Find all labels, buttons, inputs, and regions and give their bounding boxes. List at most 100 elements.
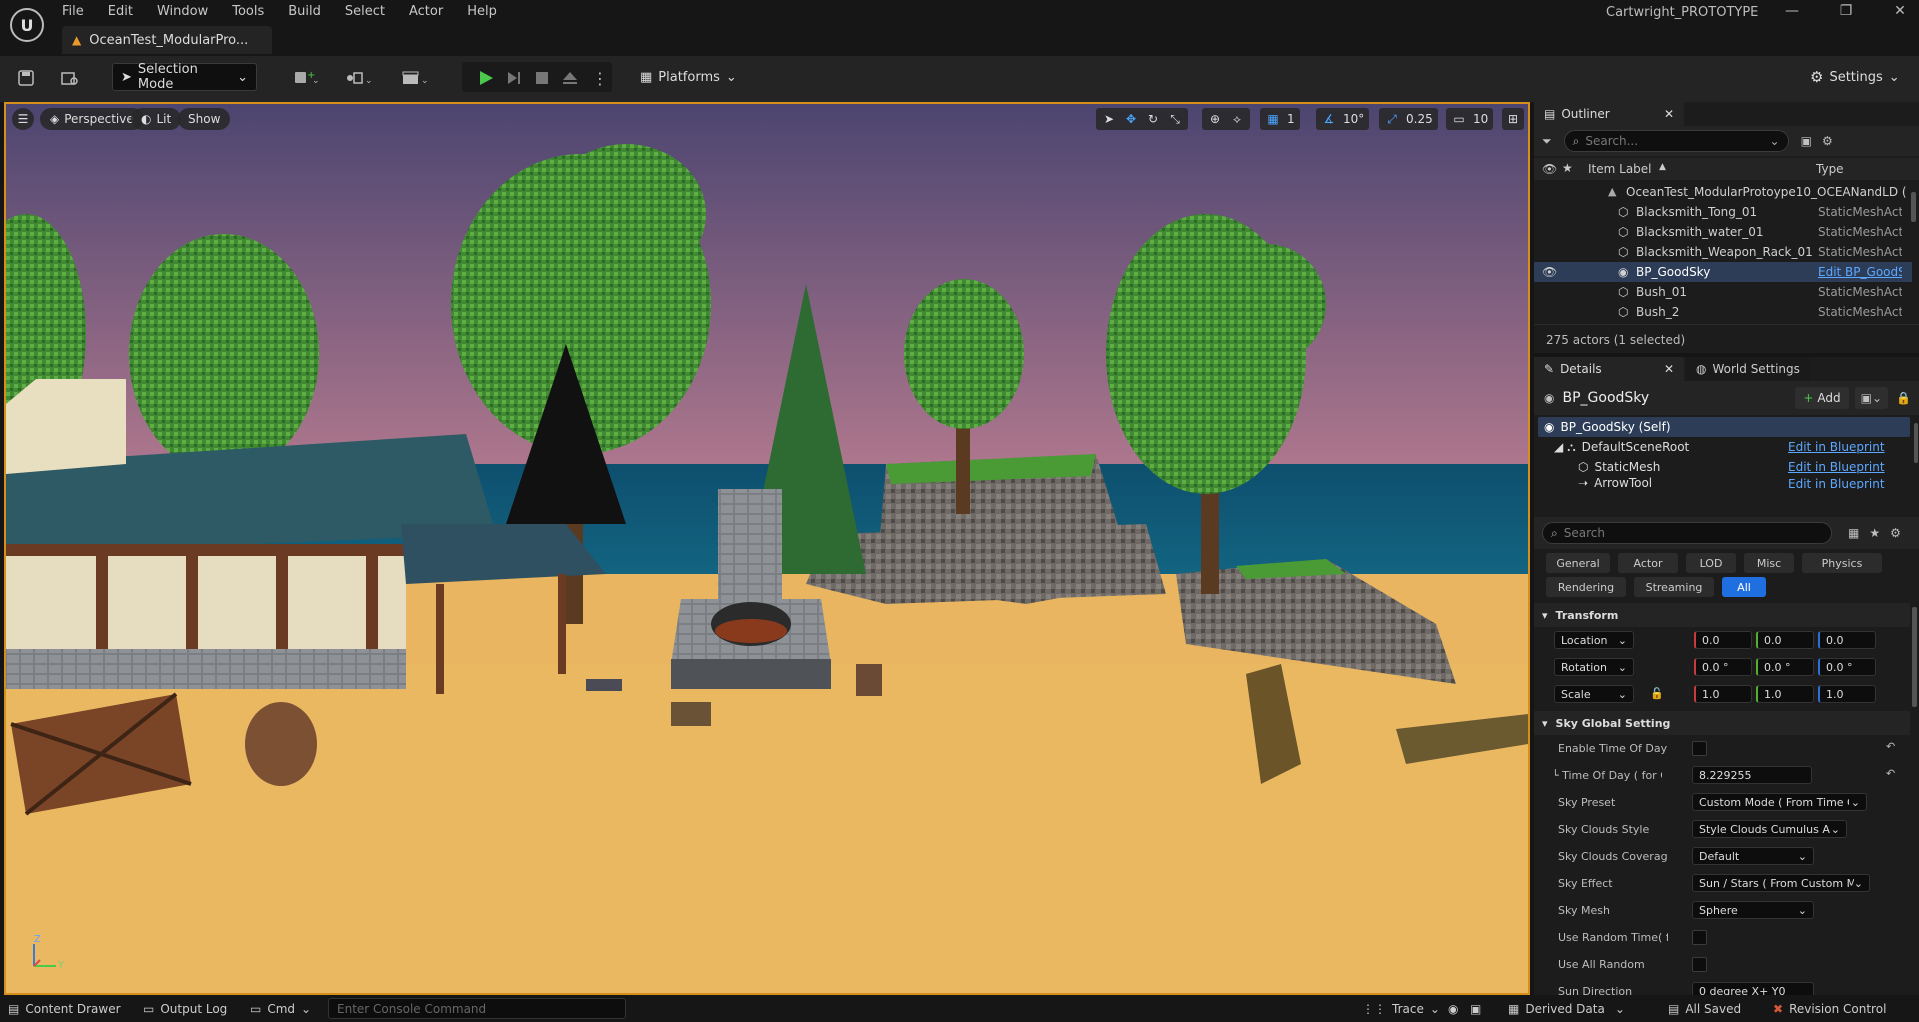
- world-settings-tab[interactable]: ◍ World Settings: [1686, 357, 1810, 381]
- component-row[interactable]: ◢ ⛬ DefaultSceneRoot Edit in Blueprint: [1538, 437, 1910, 457]
- maximize-icon[interactable]: ❐: [1819, 3, 1873, 19]
- cinematics-icon[interactable]: ⌄: [396, 63, 436, 93]
- rotate-tool-icon[interactable]: ↻: [1145, 111, 1161, 127]
- category-all[interactable]: All: [1722, 577, 1766, 597]
- reset-icon[interactable]: ↶: [1886, 767, 1895, 780]
- reset-icon[interactable]: ↶: [1886, 740, 1895, 753]
- random-time-checkbox[interactable]: [1692, 930, 1707, 945]
- add-component-button[interactable]: + Add: [1795, 387, 1849, 409]
- stop-icon[interactable]: [530, 63, 554, 93]
- settings-dropdown[interactable]: ⚙ Settings ⌄: [1810, 63, 1900, 91]
- blueprint-options-button[interactable]: ▣⌄: [1854, 387, 1889, 409]
- add-folder-icon[interactable]: ▣: [1801, 134, 1812, 148]
- location-dropdown[interactable]: Location ⌄: [1554, 631, 1634, 649]
- outliner-row[interactable]: ⬡ Blacksmith_Weapon_Rack_01 StaticMeshAct: [1534, 242, 1912, 262]
- outliner-row-selected[interactable]: 👁 ◉ BP_GoodSky Edit BP_GoodS: [1534, 262, 1912, 282]
- select-tool-icon[interactable]: ➤: [1101, 111, 1117, 127]
- play-icon[interactable]: [474, 63, 498, 93]
- component-scrollbar[interactable]: [1914, 423, 1918, 463]
- level-viewport[interactable]: ☰ ◈ Perspective ◐ Lit Show ➤ ✥ ↻ ⤡ ⊕ ⟡ ▦…: [4, 102, 1530, 995]
- menu-help[interactable]: Help: [467, 4, 497, 19]
- record-icon[interactable]: ◉: [1448, 995, 1458, 1022]
- cmd-dropdown[interactable]: ▭ Cmd ⌄: [250, 995, 311, 1022]
- skip-frame-icon[interactable]: [502, 63, 526, 93]
- browse-content-icon[interactable]: [56, 63, 84, 93]
- maximize-viewport-icon[interactable]: ⊞: [1502, 108, 1524, 130]
- edit-blueprint-link[interactable]: Edit BP_GoodS: [1818, 265, 1902, 279]
- trace-dropdown[interactable]: ⋮⋮ Trace ⌄: [1362, 995, 1440, 1022]
- type-header[interactable]: Type: [1816, 162, 1844, 176]
- gear-icon[interactable]: ⚙: [1822, 134, 1833, 148]
- platforms-dropdown[interactable]: ▦ Platforms ⌄: [640, 63, 737, 91]
- visibility-icon[interactable]: 👁: [1542, 162, 1557, 176]
- outliner-row[interactable]: ⬡ Bush_2 StaticMeshAct: [1534, 302, 1912, 322]
- minimize-icon[interactable]: —: [1765, 3, 1819, 19]
- lock-icon[interactable]: 🔒: [1896, 391, 1911, 405]
- sky-mesh-dropdown[interactable]: Sphere ⌄: [1692, 901, 1814, 919]
- all-saved-button[interactable]: ▤ All Saved: [1668, 995, 1741, 1022]
- rotation-x-field[interactable]: 0.0 °: [1694, 658, 1752, 676]
- filter-icon[interactable]: ⏷: [1542, 134, 1552, 149]
- angle-snap-toggle[interactable]: ∡ 10°: [1316, 108, 1370, 130]
- details-scrollbar[interactable]: [1912, 607, 1917, 707]
- menu-select[interactable]: Select: [345, 4, 385, 19]
- scale-snap-toggle[interactable]: ⤢ 0.25: [1379, 108, 1438, 130]
- enable-tod-checkbox[interactable]: [1692, 741, 1707, 756]
- derived-data-dropdown[interactable]: ▦ Derived Data ⌄: [1508, 995, 1625, 1022]
- scale-y-field[interactable]: 1.0: [1756, 685, 1814, 703]
- component-row[interactable]: ➝ ArrowTool Edit in Blueprint: [1538, 477, 1910, 489]
- close-icon[interactable]: ✕: [1664, 362, 1674, 376]
- rotation-dropdown[interactable]: Rotation ⌄: [1554, 658, 1634, 676]
- menu-edit[interactable]: Edit: [108, 4, 133, 19]
- category-physics[interactable]: Physics: [1802, 553, 1882, 573]
- item-label-header[interactable]: Item Label: [1588, 162, 1652, 176]
- eject-icon[interactable]: [558, 63, 582, 93]
- details-search-input[interactable]: ⌕ Search: [1542, 522, 1832, 544]
- clouds-style-dropdown[interactable]: Style Clouds Cumulus A ⌄: [1692, 820, 1847, 838]
- close-icon[interactable]: ✕: [1664, 107, 1674, 121]
- lock-icon[interactable]: 🔓: [1650, 687, 1664, 700]
- outliner-row[interactable]: ⬡ Bush_01 StaticMeshAct: [1534, 282, 1912, 302]
- level-document-tab[interactable]: ▲ OceanTest_ModularPro...: [62, 26, 272, 54]
- menu-file[interactable]: File: [62, 4, 84, 19]
- category-lod[interactable]: LOD: [1686, 553, 1736, 573]
- sky-preset-dropdown[interactable]: Custom Mode ( From Time C ⌄: [1692, 793, 1867, 811]
- outliner-row[interactable]: ⬡ Blacksmith_Tong_01 StaticMeshAct: [1534, 202, 1912, 222]
- tod-value-field[interactable]: 8.229255: [1692, 766, 1812, 784]
- sun-direction-dropdown[interactable]: 0 degree X+ Y0: [1692, 982, 1814, 995]
- category-streaming[interactable]: Streaming: [1634, 577, 1714, 597]
- edit-in-blueprint-link[interactable]: Edit in Blueprint: [1788, 477, 1885, 489]
- edit-in-blueprint-link[interactable]: Edit in Blueprint: [1788, 460, 1885, 474]
- close-icon[interactable]: ✕: [1873, 3, 1919, 19]
- snapshot-icon[interactable]: ▣: [1470, 995, 1481, 1022]
- outliner-root-row[interactable]: ▲ OceanTest_ModularProtoype10_OCEANandLD…: [1534, 182, 1912, 202]
- menu-window[interactable]: Window: [157, 4, 208, 19]
- clouds-coverage-dropdown[interactable]: Default ⌄: [1692, 847, 1814, 865]
- outliner-tab[interactable]: ▤ Outliner ✕: [1534, 102, 1684, 126]
- category-general[interactable]: General: [1546, 553, 1610, 573]
- location-x-field[interactable]: 0.0: [1694, 631, 1752, 649]
- scale-dropdown[interactable]: Scale ⌄: [1554, 685, 1634, 703]
- visibility-icon[interactable]: 👁: [1542, 265, 1557, 279]
- revision-control-button[interactable]: ✖ Revision Control: [1773, 995, 1886, 1022]
- grid-snap-toggle[interactable]: ▦ 1: [1260, 108, 1300, 130]
- content-drawer-button[interactable]: ▤ Content Drawer: [8, 995, 121, 1022]
- selection-mode-dropdown[interactable]: ➤ Selection Mode ⌄: [112, 62, 257, 92]
- outliner-search-input[interactable]: ⌕ Search... ⌄: [1563, 130, 1789, 152]
- unreal-logo-icon[interactable]: U: [10, 8, 44, 42]
- favorites-star-icon[interactable]: ★: [1869, 526, 1880, 540]
- menu-tools[interactable]: Tools: [232, 4, 264, 19]
- blueprint-icon[interactable]: ⌄: [340, 63, 380, 93]
- add-actor-icon[interactable]: + ⌄: [287, 63, 327, 93]
- outliner-row[interactable]: ⬡ Blacksmith_water_01 StaticMeshAct: [1534, 222, 1912, 242]
- edit-in-blueprint-link[interactable]: Edit in Blueprint: [1788, 440, 1885, 454]
- details-tab[interactable]: ✎ Details ✕: [1534, 357, 1684, 381]
- category-rendering[interactable]: Rendering: [1546, 577, 1626, 597]
- table-view-icon[interactable]: ▦: [1848, 526, 1859, 540]
- sky-effect-dropdown[interactable]: Sun / Stars ( From Custom M ⌄: [1692, 874, 1870, 892]
- scale-z-field[interactable]: 1.0: [1818, 685, 1876, 703]
- menu-build[interactable]: Build: [288, 4, 321, 19]
- scale-tool-icon[interactable]: ⤡: [1167, 111, 1183, 127]
- outliner-scrollbar[interactable]: [1911, 192, 1916, 222]
- surface-snap-icon[interactable]: ⟡: [1229, 111, 1245, 127]
